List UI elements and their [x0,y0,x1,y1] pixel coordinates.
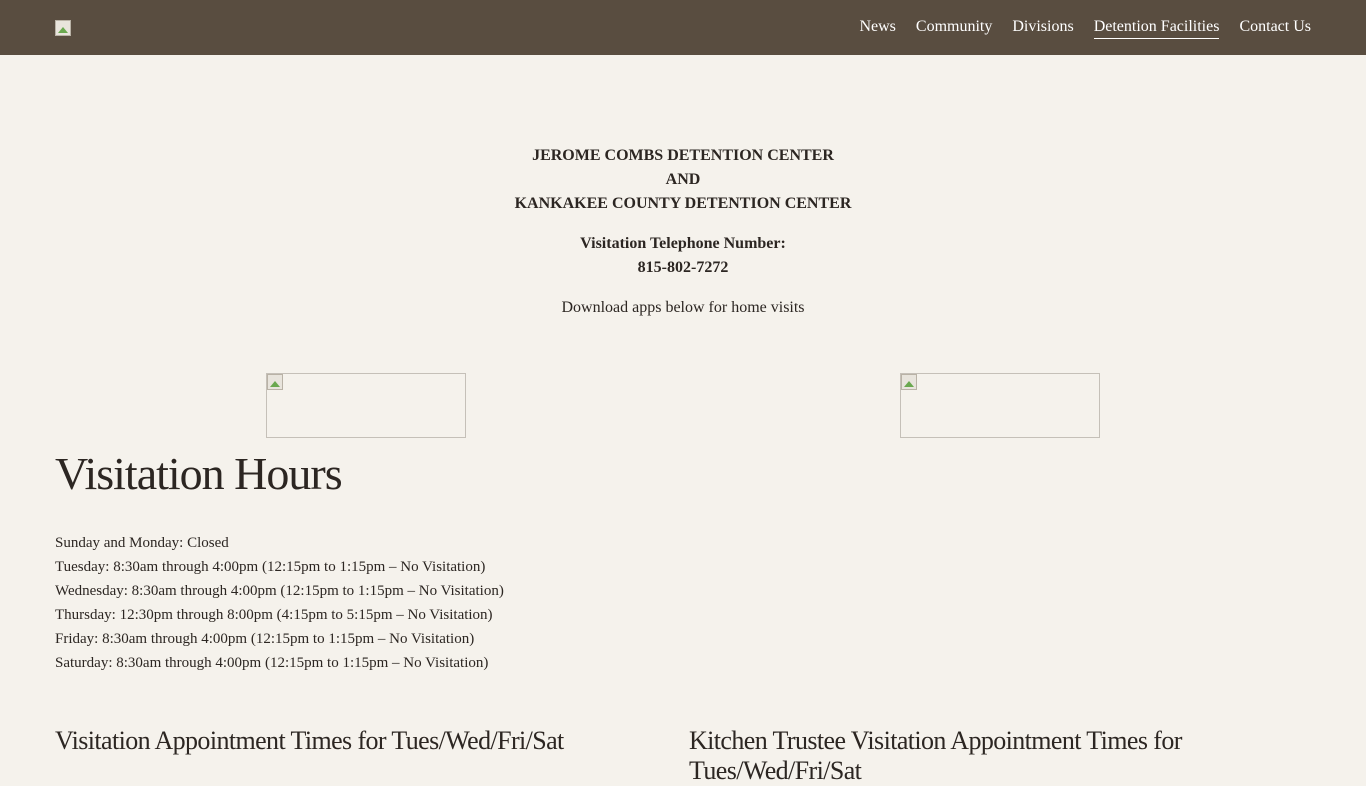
schedule-line: Friday: 8:30am through 4:00pm (12:15pm t… [55,631,475,647]
kitchen-trustee-heading: Kitchen Trustee Visitation Appointment T… [689,726,1182,786]
facility-name-line2: AND [665,171,701,188]
appointment-times-heading: Visitation Appointment Times for Tues/We… [55,726,564,755]
nav-news-link[interactable]: News [859,17,895,39]
visitation-hours-title: Visitation Hours [55,448,343,499]
nav-divisions-link[interactable]: Divisions [1012,17,1073,39]
phone-number: 815-802-7272 [637,259,729,276]
schedule-line: Thursday: 12:30pm through 8:00pm (4:15pm… [55,607,493,623]
visitation-phone: Visitation Telephone Number: 815-802-727… [0,232,1366,280]
app-download-image-left[interactable] [266,373,466,438]
site-logo-broken-image-icon[interactable] [55,20,71,36]
apps-note: Download apps below for home visits [561,299,805,316]
nav-detention-facilities-link[interactable]: Detention Facilities [1093,17,1220,39]
app-download-image-right[interactable] [900,373,1100,438]
kitchen-trustee-heading-line2: Tues/Wed/Fri/Sat [689,756,862,785]
facility-names: JEROME COMBS DETENTION CENTER AND KANKAK… [0,144,1366,216]
visitation-schedule: Sunday and Monday: Closed Tuesday: 8:30a… [55,531,504,675]
schedule-line: Wednesday: 8:30am through 4:00pm (12:15p… [55,583,504,599]
main-nav: News Community Divisions Detention Facil… [859,17,1311,39]
site-header: News Community Divisions Detention Facil… [0,0,1366,55]
broken-image-icon [901,374,917,390]
facility-name-line1: JEROME COMBS DETENTION CENTER [532,147,834,164]
schedule-line: Saturday: 8:30am through 4:00pm (12:15pm… [55,655,489,671]
broken-image-icon [267,374,283,390]
nav-contact-us-link[interactable]: Contact Us [1239,17,1311,39]
kitchen-trustee-heading-line1: Kitchen Trustee Visitation Appointment T… [689,726,1182,755]
facility-name-line3: KANKAKEE COUNTY DETENTION CENTER [514,195,852,212]
nav-community-link[interactable]: Community [916,17,992,39]
schedule-line: Tuesday: 8:30am through 4:00pm (12:15pm … [55,559,486,575]
phone-label: Visitation Telephone Number: [580,235,786,252]
schedule-line: Sunday and Monday: Closed [55,535,229,551]
